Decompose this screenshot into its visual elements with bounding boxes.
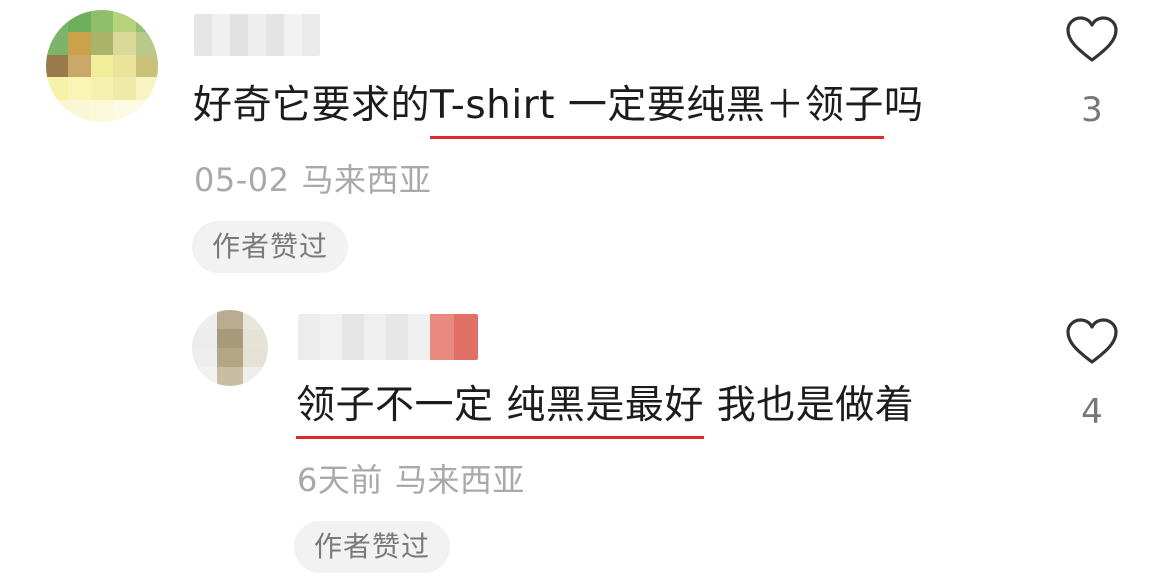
avatar-pixel [242, 348, 268, 367]
avatar-pixel [90, 54, 114, 78]
avatar-pixel [90, 99, 114, 122]
avatar-pixel [192, 348, 218, 367]
avatar-pixel [192, 310, 218, 329]
avatar[interactable] [192, 310, 268, 386]
avatar-pixel [242, 367, 268, 386]
author-liked-badge: 作者赞过 [192, 221, 349, 273]
username-blurred[interactable] [298, 314, 478, 360]
avatar-pixel [90, 10, 114, 33]
avatar-pixel [192, 367, 218, 386]
comment-text: 领子不一定 纯黑是最好 我也是做着 [296, 383, 915, 439]
avatar-pixel [68, 32, 91, 55]
avatar-pixel [217, 348, 243, 367]
heart-icon[interactable] [1066, 318, 1118, 366]
avatar-pixel [113, 77, 136, 100]
avatar-pixel [68, 99, 91, 122]
avatar-pixel [217, 329, 243, 348]
avatar-pixel [217, 367, 243, 386]
comment-text-segment: 好奇它要求的 [193, 83, 431, 128]
avatar-pixel [68, 54, 91, 78]
heart-icon[interactable] [1066, 16, 1118, 64]
comment-location: 马来西亚 [394, 461, 525, 499]
comment-text-segment: 我也是做着 [703, 383, 915, 428]
avatar-pixel [242, 310, 268, 329]
comment-text-segment: 吗 [883, 83, 924, 128]
comment-meta: 05-02 马来西亚 [194, 155, 432, 201]
comment-date: 6天前 [297, 461, 383, 499]
avatar-pixel [242, 329, 268, 348]
avatar-pixel [113, 99, 136, 122]
comment-location: 马来西亚 [301, 161, 432, 199]
comment-date: 05-02 [194, 161, 290, 199]
like-count: 4 [1081, 392, 1103, 432]
like-count: 3 [1081, 90, 1103, 130]
avatar-pixel [113, 10, 136, 33]
avatar-pixel [46, 10, 69, 33]
avatar[interactable] [46, 10, 158, 122]
avatar-pixel [135, 32, 158, 55]
comment-text: 好奇它要求的T-shirt 一定要纯黑＋领子吗 [193, 83, 924, 139]
comment-meta: 6天前 马来西亚 [297, 455, 525, 501]
author-liked-badge: 作者赞过 [294, 521, 451, 573]
avatar-pixel [68, 10, 91, 33]
comment-text-underlined: 领子不一定 纯黑是最好 [296, 383, 704, 439]
avatar-pixel [90, 77, 114, 100]
avatar-pixel [90, 32, 114, 55]
avatar-pixel [46, 54, 69, 78]
avatar-pixel [217, 310, 243, 329]
avatar-pixel [135, 99, 158, 122]
avatar-pixel [46, 32, 69, 55]
avatar-pixel [192, 329, 218, 348]
like-group: 3 [1062, 16, 1122, 130]
avatar-pixel [113, 32, 136, 55]
avatar-pixel [135, 54, 158, 78]
avatar-pixel [46, 77, 69, 100]
username-blurred[interactable] [194, 14, 320, 56]
like-group: 4 [1062, 318, 1122, 432]
avatar-pixel [113, 54, 136, 78]
avatar-pixel [135, 77, 158, 100]
avatar-pixel [135, 10, 158, 33]
comment-text-underlined: T-shirt 一定要纯黑＋领子 [430, 83, 884, 139]
avatar-pixel [68, 77, 91, 100]
avatar-pixel [46, 99, 69, 122]
